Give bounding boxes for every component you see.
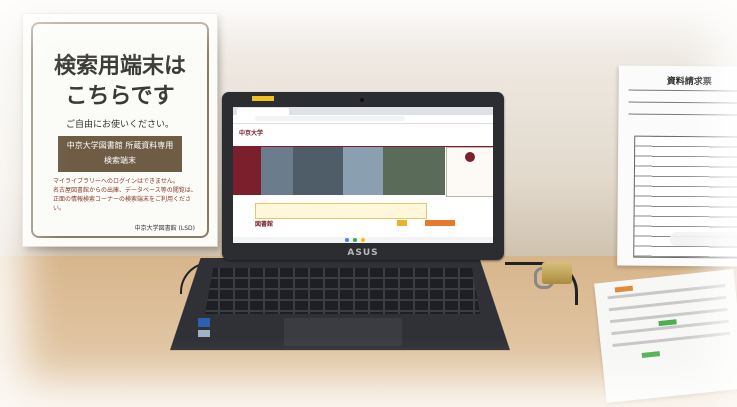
chromeos-shelf	[233, 237, 493, 243]
promo-badge[interactable]	[446, 147, 493, 197]
flyer-row	[612, 331, 731, 348]
sign-notes: マイライブラリーへのログインはできません。 名古屋図書館からの出庫、データベース…	[53, 177, 197, 213]
photo-scene: 検索用端末は こちらです ご自由にお使いください。 中京大学図書館 所蔵資料専用…	[0, 0, 737, 407]
form-rule	[628, 89, 737, 92]
sign-title-line1: 検索用端末は	[53, 54, 186, 79]
browser-urlbar	[233, 115, 493, 124]
laptop-lid: 中京大学 図書館 ASUS	[222, 92, 504, 260]
sign-band-line2: 検索端末	[104, 156, 136, 165]
hero-image	[233, 147, 445, 195]
chrome-icon[interactable]	[345, 238, 349, 242]
sign-note2: 名古屋図書館からの出庫、データベース等の閲覧は、正面の情報検索コーナーの検索端末…	[53, 187, 197, 212]
flyer-tag	[641, 351, 661, 359]
sign-footer: 中京大学図書館 (LSD)	[134, 225, 195, 232]
site-header: 中京大学	[233, 124, 493, 140]
webcam	[360, 98, 364, 102]
form-rule	[628, 113, 737, 116]
touchpad[interactable]	[284, 318, 402, 346]
site-logo[interactable]: 中京大学	[239, 128, 263, 137]
keyboard[interactable]	[205, 268, 480, 314]
sign-band: 中京大学図書館 所蔵資料専用 検索端末	[58, 136, 182, 172]
site-nav[interactable]	[233, 140, 493, 147]
flyer	[594, 269, 737, 403]
bezel-sticker	[252, 96, 274, 101]
orange-button[interactable]	[425, 220, 455, 226]
asus-logo: ASUS	[347, 248, 379, 258]
library-heading: 図書館	[255, 221, 274, 228]
search-terminal-sign: 検索用端末は こちらです ご自由にお使いください。 中京大学図書館 所蔵資料専用…	[22, 13, 218, 247]
sign-subtitle: ご自由にお使いください。	[65, 120, 174, 130]
emblem-icon	[465, 152, 475, 162]
sign-note1: マイライブラリーへのログインはできません。	[53, 178, 179, 185]
app-icon[interactable]	[361, 238, 365, 242]
browser-tab[interactable]	[237, 108, 289, 115]
form-rule	[628, 101, 737, 104]
sign-title: 検索用端末は こちらです	[23, 52, 217, 112]
white-cord	[670, 232, 737, 246]
sign-band-line1: 中京大学図書館 所蔵資料専用	[66, 141, 174, 150]
laptop-screen[interactable]: 中京大学 図書館	[233, 107, 493, 243]
padlock	[542, 262, 572, 284]
flyer-tag	[614, 285, 634, 293]
notice-box	[255, 203, 427, 219]
files-icon[interactable]	[353, 238, 357, 242]
yellow-button[interactable]	[397, 220, 407, 226]
spec-sticker	[198, 330, 210, 337]
sign-title-line2: こちらです	[65, 84, 175, 109]
address-field[interactable]	[255, 116, 405, 121]
browser-tabbar	[233, 107, 493, 115]
request-form-title: 資料請求票	[666, 76, 712, 88]
intel-sticker	[198, 318, 210, 327]
